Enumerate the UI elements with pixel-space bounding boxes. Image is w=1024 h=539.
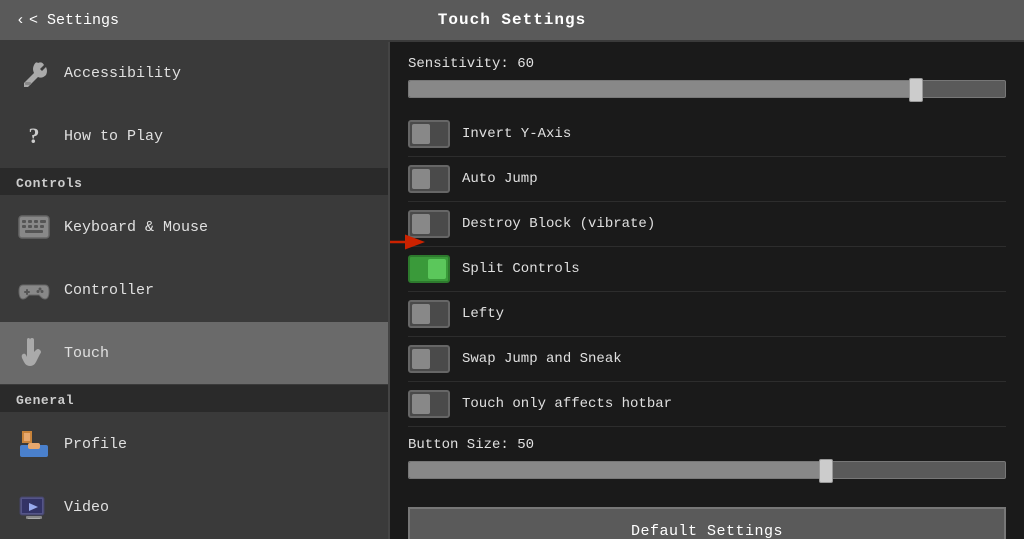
touch-hotbar-label: Touch only affects hotbar <box>462 396 672 412</box>
sensitivity-label: Sensitivity: 60 <box>408 56 1006 72</box>
video-icon <box>16 489 52 525</box>
toggle-inner <box>412 124 430 144</box>
touch-icon <box>16 335 52 371</box>
toggle-inner <box>412 214 430 234</box>
touch-hotbar-toggle[interactable] <box>408 390 450 418</box>
back-icon: ‹ <box>16 12 25 29</box>
toggle-row-destroy-block: Destroy Block (vibrate) <box>408 202 1006 247</box>
controller-icon <box>16 272 52 308</box>
sidebar: Accessibility ? How to Play Controls <box>0 42 390 539</box>
sensitivity-slider[interactable] <box>408 80 1006 98</box>
toggle-row-split-controls: Split Controls <box>408 247 1006 292</box>
question-icon: ? <box>16 118 52 154</box>
auto-jump-label: Auto Jump <box>462 171 538 187</box>
controls-section-label: Controls <box>0 168 388 196</box>
lefty-toggle[interactable] <box>408 300 450 328</box>
sidebar-item-controller[interactable]: Controller <box>0 259 388 322</box>
button-size-slider-thumb[interactable] <box>819 459 833 483</box>
toggle-row-invert-y: Invert Y-Axis <box>408 112 1006 157</box>
content-area: Sensitivity: 60 Invert Y-Axis Auto Jump … <box>390 42 1024 539</box>
sidebar-item-touch[interactable]: Touch <box>0 322 388 385</box>
wrench-icon <box>16 55 52 91</box>
toggle-inner <box>412 169 430 189</box>
title-bar: ‹ < Settings Touch Settings <box>0 0 1024 42</box>
sidebar-item-keyboard-mouse[interactable]: Keyboard & Mouse <box>0 196 388 259</box>
toggle-row-lefty: Lefty <box>408 292 1006 337</box>
toggle-row-touch-hotbar: Touch only affects hotbar <box>408 382 1006 427</box>
sidebar-item-video[interactable]: Video <box>0 476 388 539</box>
main-layout: Accessibility ? How to Play Controls <box>0 42 1024 539</box>
profile-label: Profile <box>64 436 127 453</box>
button-size-slider[interactable] <box>408 461 1006 479</box>
sensitivity-slider-fill <box>409 81 916 97</box>
sidebar-item-accessibility[interactable]: Accessibility <box>0 42 388 105</box>
keyboard-icon <box>16 209 52 245</box>
profile-icon <box>16 426 52 462</box>
how-to-play-label: How to Play <box>64 128 163 145</box>
default-settings-button[interactable]: Default Settings <box>408 507 1006 539</box>
controller-label: Controller <box>64 282 154 299</box>
toggle-inner <box>412 304 430 324</box>
toggle-inner <box>412 349 430 369</box>
touch-label: Touch <box>64 345 109 362</box>
toggle-inner <box>428 259 446 279</box>
sidebar-item-profile[interactable]: Profile <box>0 413 388 476</box>
back-button[interactable]: ‹ < Settings <box>16 12 119 29</box>
destroy-block-label: Destroy Block (vibrate) <box>462 216 655 232</box>
sensitivity-slider-thumb[interactable] <box>909 78 923 102</box>
button-size-slider-fill <box>409 462 826 478</box>
toggle-inner <box>412 394 430 414</box>
page-title: Touch Settings <box>438 11 586 29</box>
button-size-label: Button Size: 50 <box>408 437 1006 453</box>
split-controls-label: Split Controls <box>462 261 580 277</box>
video-label: Video <box>64 499 109 516</box>
lefty-label: Lefty <box>462 306 504 322</box>
sidebar-item-how-to-play[interactable]: ? How to Play <box>0 105 388 168</box>
destroy-block-toggle[interactable] <box>408 210 450 238</box>
split-controls-toggle[interactable] <box>408 255 450 283</box>
invert-y-toggle[interactable] <box>408 120 450 148</box>
accessibility-label: Accessibility <box>64 65 181 82</box>
toggle-row-swap-jump: Swap Jump and Sneak <box>408 337 1006 382</box>
auto-jump-toggle[interactable] <box>408 165 450 193</box>
back-label[interactable]: < Settings <box>29 12 119 29</box>
toggle-row-auto-jump: Auto Jump <box>408 157 1006 202</box>
swap-jump-label: Swap Jump and Sneak <box>462 351 622 367</box>
invert-y-label: Invert Y-Axis <box>462 126 571 142</box>
general-section-label: General <box>0 385 388 413</box>
keyboard-mouse-label: Keyboard & Mouse <box>64 219 208 236</box>
swap-jump-toggle[interactable] <box>408 345 450 373</box>
